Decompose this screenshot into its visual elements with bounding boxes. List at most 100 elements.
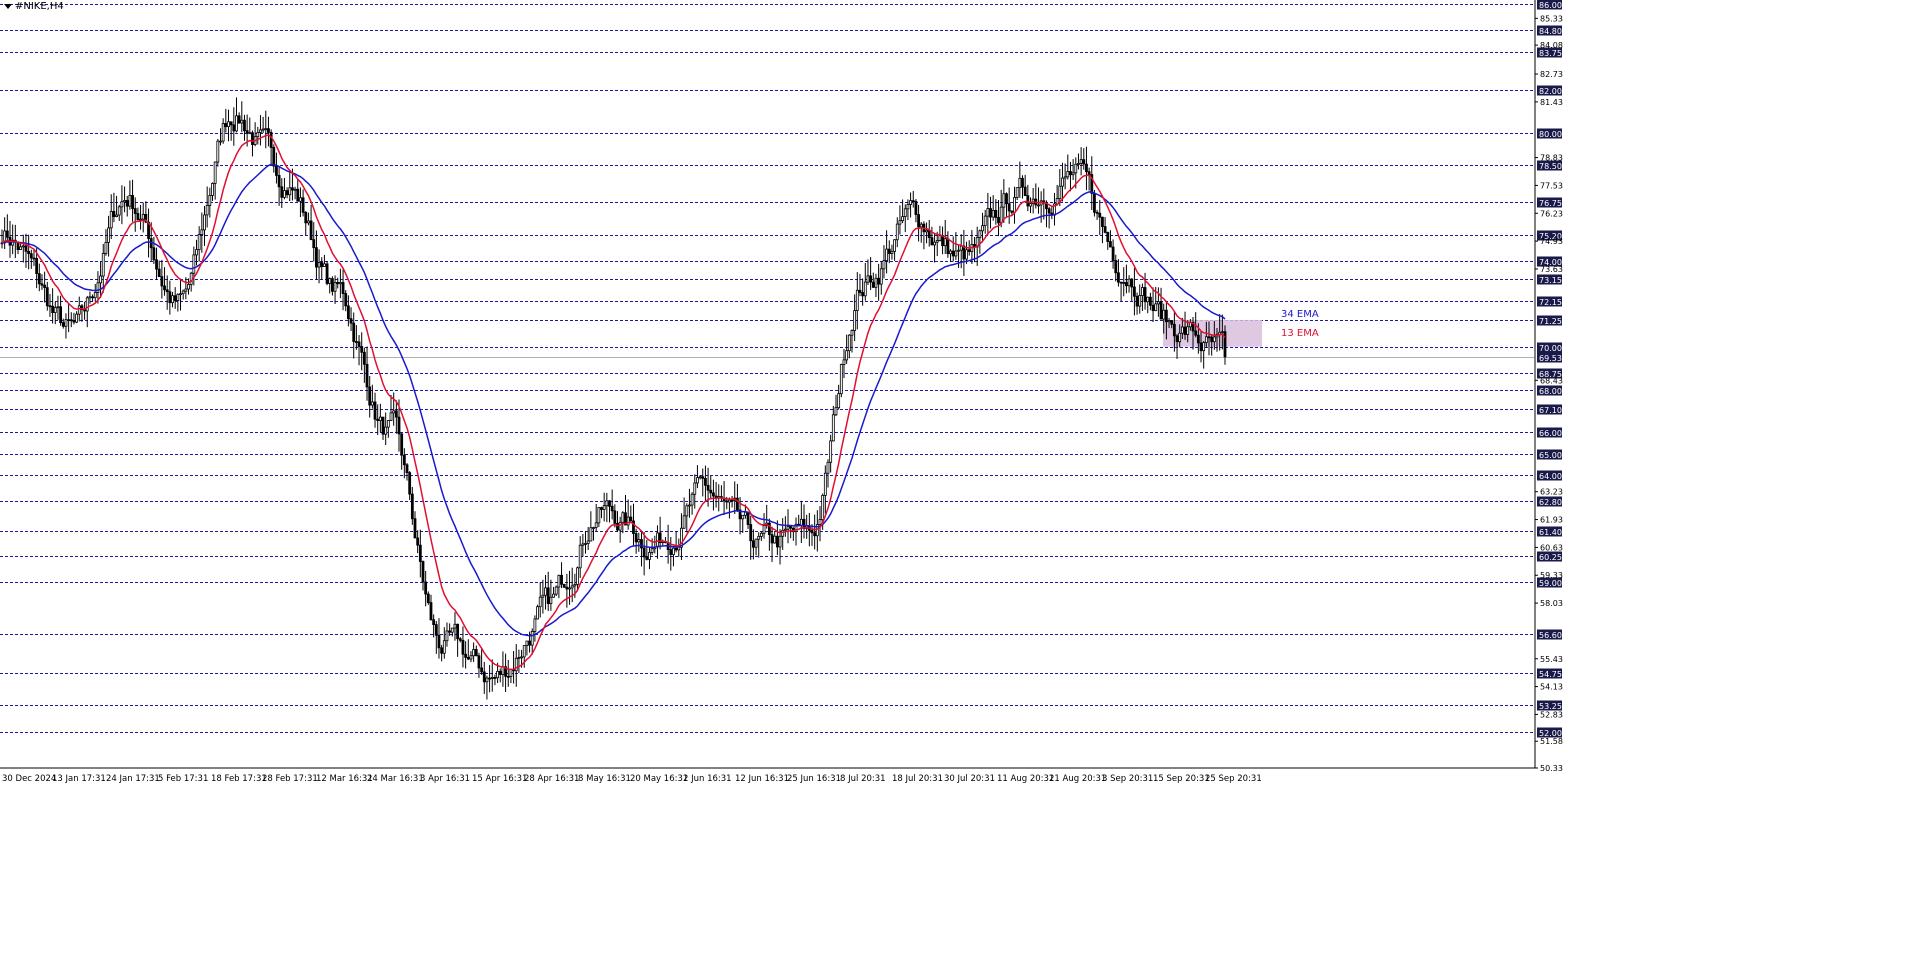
candle-body [1111, 246, 1115, 261]
candle-body [986, 208, 990, 217]
price-chart[interactable]: 34 EMA 13 EMA 86.00 84.80 83.75 82.00 80.00 78… [0, 0, 1916, 963]
price-level-label: 68.00 [1539, 387, 1562, 396]
candle-body [51, 305, 55, 313]
candle-body [677, 546, 681, 551]
candle-body [525, 640, 529, 646]
candle-body [914, 201, 918, 215]
candle-body [1143, 287, 1147, 303]
candle-body [128, 195, 132, 207]
candle-body [871, 281, 875, 288]
candle-body [770, 534, 774, 544]
symbol-text: #NIKE,H4 [15, 1, 64, 12]
candle-body [775, 535, 779, 548]
candle-body [538, 596, 542, 608]
time-label: 15 Sep 20:31 [1153, 774, 1210, 784]
candle-body [125, 200, 129, 207]
candle-body [464, 653, 468, 658]
candle-body [482, 671, 486, 683]
candle-body [573, 584, 577, 587]
candle-body [408, 472, 412, 495]
candle-body [1085, 163, 1088, 173]
candle-body [1164, 309, 1168, 323]
candle-body [474, 649, 478, 657]
candle-body [307, 220, 310, 224]
price-tick-label: 73.63 [1540, 265, 1563, 274]
candle-body [1212, 336, 1216, 343]
ema-13-label: 13 EMA [1281, 328, 1319, 339]
time-label: 8 Jul 20:31 [840, 774, 886, 784]
candle-body [349, 318, 353, 324]
price-level-label: 70.00 [1539, 344, 1562, 353]
candle-body [346, 305, 350, 320]
candle-body [773, 535, 777, 544]
candle-body [1071, 172, 1075, 176]
candle-body [1047, 208, 1051, 214]
candle-body [637, 539, 641, 543]
candle-body [426, 593, 430, 603]
candle-body [397, 416, 401, 435]
candle-body [610, 505, 614, 512]
candle-body [259, 129, 262, 133]
candle-body [442, 640, 446, 654]
candle-body [357, 341, 361, 347]
candle-body [131, 195, 134, 209]
candle-body [823, 472, 827, 496]
candle-body [933, 241, 936, 246]
candle-body [400, 433, 404, 456]
candle-body [187, 284, 190, 290]
candle-body [1172, 323, 1176, 337]
time-label: 25 Jun 16:31 [787, 774, 841, 784]
candle-body [45, 287, 49, 307]
dropdown-triangle-icon[interactable] [4, 4, 12, 9]
price-tick-label: 78.83 [1540, 154, 1563, 163]
chart-canvas[interactable]: 34 EMA 13 EMA 86.00 84.80 83.75 82.00 80.00 78… [0, 0, 1916, 963]
candle-body [605, 500, 609, 507]
candle-body [224, 123, 228, 128]
candle-body [594, 522, 598, 528]
candle-body [53, 307, 57, 313]
price-level-label: 86.00 [1539, 1, 1562, 10]
candle-body [626, 516, 630, 526]
candle-body [906, 204, 910, 210]
candle-body [112, 211, 116, 218]
candle-body [285, 190, 289, 196]
candle-body [863, 281, 867, 297]
candle-body [488, 677, 492, 680]
candle-body [994, 210, 998, 218]
candle-body [333, 282, 337, 292]
price-tick-label: 51.58 [1540, 737, 1563, 746]
candle-body [1133, 286, 1136, 297]
price-tick-label: 74.93 [1540, 237, 1563, 246]
price-level-label: 60.25 [1539, 553, 1562, 562]
candle-body [629, 516, 633, 522]
candle-body [240, 119, 244, 124]
candle-body [712, 492, 715, 497]
price-tick-label: 60.63 [1540, 543, 1563, 552]
candle-body [925, 229, 928, 233]
candle-body [581, 543, 585, 546]
candle-body [650, 548, 654, 553]
candle-body [903, 208, 907, 218]
price-level-label: 62.80 [1539, 498, 1562, 507]
candle-body [967, 249, 971, 252]
candle-body [576, 567, 579, 585]
candle-body [386, 420, 390, 428]
candle-body [434, 624, 438, 636]
candle-body [586, 540, 590, 544]
candle-body [1106, 231, 1110, 242]
candle-body [416, 537, 420, 546]
candle-body [818, 519, 822, 525]
candle-body [578, 544, 582, 569]
price-level-label: 65.00 [1539, 451, 1562, 460]
price-level-label: 67.10 [1539, 406, 1562, 415]
candle-body [192, 254, 196, 274]
candle-body [410, 493, 414, 520]
candle-body [554, 586, 558, 595]
candle-body [189, 272, 193, 285]
symbol-label[interactable]: #NIKE,H4 [4, 1, 64, 12]
candle-body [315, 247, 318, 268]
candle-body [325, 263, 329, 284]
candle-body [1087, 171, 1091, 176]
candle-body [277, 174, 281, 188]
candle-body [1183, 326, 1187, 335]
